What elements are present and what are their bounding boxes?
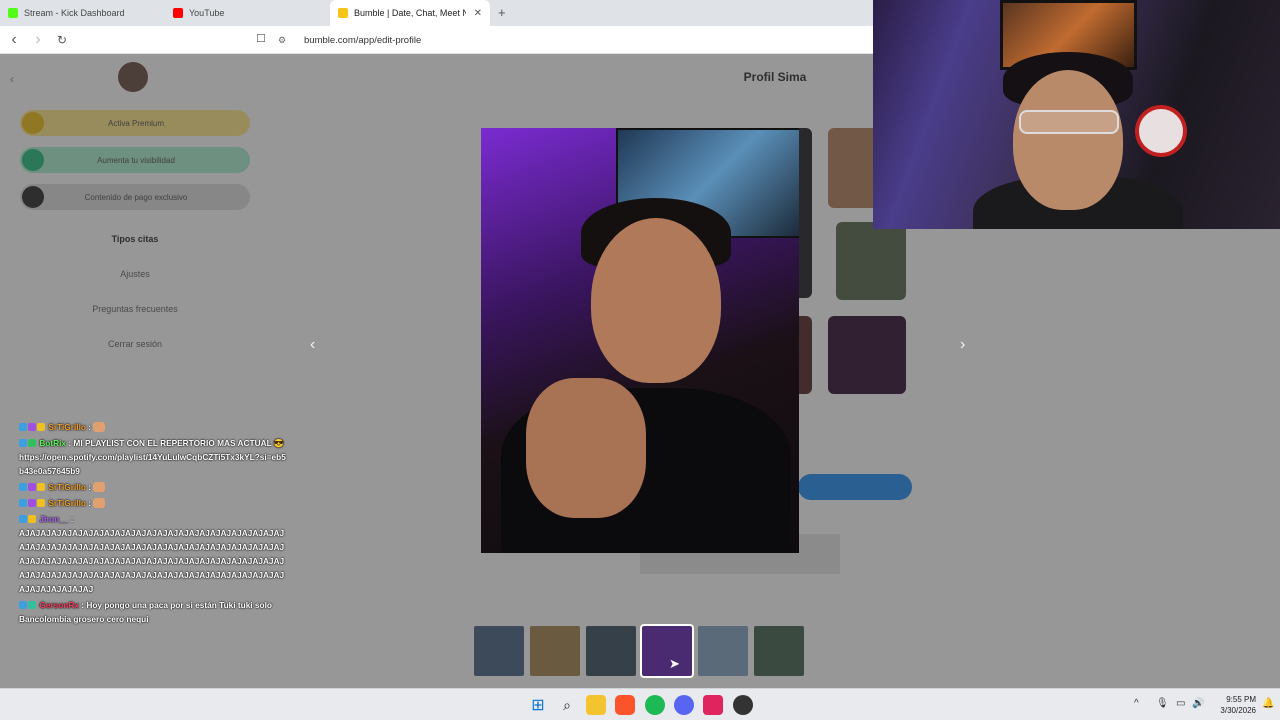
badge-icon xyxy=(28,439,36,447)
next-photo-button[interactable]: › xyxy=(960,336,965,354)
system-clock[interactable]: 9:55 PM 3/30/2026 xyxy=(1206,694,1256,716)
mouse-cursor-icon: ➤ xyxy=(669,656,680,671)
tab-kick-dashboard[interactable]: Stream - Kick Dashboard xyxy=(0,0,165,26)
photo-thumbnail[interactable] xyxy=(586,626,636,676)
badge-icon xyxy=(28,515,36,523)
badge-icon xyxy=(37,423,45,431)
photo-thumbs-up xyxy=(526,378,646,518)
taskbar: ⊞ ⌕ ^ 🎙 ▭ 🔊 9:55 PM 3/30/2026 🔔 xyxy=(0,688,1280,720)
photo-thumbnail[interactable] xyxy=(474,626,524,676)
chat-username: SrTiGrillo xyxy=(48,422,86,432)
badge-icon xyxy=(19,499,27,507)
emote-icon xyxy=(93,498,106,508)
photo-thumbnail[interactable] xyxy=(698,626,748,676)
badge-icon xyxy=(19,601,27,609)
search-icon[interactable]: ⌕ xyxy=(557,695,577,715)
chat-username: SrTiGrillo xyxy=(48,482,86,492)
badge-icon xyxy=(37,499,45,507)
badge-icon xyxy=(19,439,27,447)
tiktok-icon[interactable] xyxy=(703,695,723,715)
windows-start-icon[interactable]: ⊞ xyxy=(528,695,548,715)
browser-tab-strip: Stream - Kick Dashboard YouTube Bumble |… xyxy=(0,0,873,26)
emote-icon xyxy=(93,482,106,492)
chat-text: AJAJAJAJAJAJAJAJAJAJAJAJAJAJAJAJAJAJAJAJ… xyxy=(19,528,285,594)
chat-message: GersonRx : Hoy pongo una paca por si est… xyxy=(19,600,272,624)
chat-username: GersonRx xyxy=(39,600,79,610)
badge-icon xyxy=(19,423,27,431)
badge-icon xyxy=(28,483,36,491)
photo-thumbnail[interactable] xyxy=(754,626,804,676)
badge-icon xyxy=(28,601,36,609)
webcam-sign xyxy=(1135,105,1187,157)
youtube-icon xyxy=(173,8,183,18)
chat-username: BotRix xyxy=(39,438,67,448)
back-button[interactable]: ‹ xyxy=(4,31,24,49)
brave-browser-icon[interactable] xyxy=(615,695,635,715)
photo-face xyxy=(591,218,721,383)
site-info-icon[interactable]: ⚙ xyxy=(278,35,292,46)
emote-icon xyxy=(93,422,106,432)
chat-message: Jhon__ : AJAJAJAJAJAJAJAJAJAJAJAJAJAJAJA… xyxy=(19,512,289,596)
url-field[interactable]: ⚙ bumble.com/app/edit-profile xyxy=(278,30,873,50)
network-icon[interactable]: ▭ xyxy=(1176,698,1185,709)
badge-icon xyxy=(19,483,27,491)
notifications-icon[interactable]: 🔔 xyxy=(1262,698,1274,709)
chat-username: Jhon__ xyxy=(39,514,69,524)
tab-title: Stream - Kick Dashboard xyxy=(24,8,125,18)
close-tab-icon[interactable]: ✕ xyxy=(474,8,482,19)
obs-icon[interactable] xyxy=(733,695,753,715)
forward-button[interactable]: › xyxy=(28,31,48,49)
stream-chat-overlay: SrTiGrillo : BotRix : MI PLAYLIST CON EL… xyxy=(19,420,289,626)
chat-message: BotRix : MI PLAYLIST CON EL REPERTORIO M… xyxy=(19,438,286,476)
webcam-overlay xyxy=(873,0,1280,229)
chat-message: SrTiGrillo : xyxy=(19,420,289,434)
badge-icon xyxy=(37,483,45,491)
clock-time: 9:55 PM xyxy=(1226,695,1256,704)
address-bar-row: ‹ › ↻ ☐ ⚙ bumble.com/app/edit-profile xyxy=(0,26,873,54)
spotify-icon[interactable] xyxy=(645,695,665,715)
tab-title: YouTube xyxy=(189,8,225,18)
photo-thumbnail-selected[interactable] xyxy=(640,624,694,678)
tab-youtube[interactable]: YouTube xyxy=(165,0,330,26)
webcam-glasses xyxy=(1019,110,1119,134)
tab-bumble[interactable]: Bumble | Date, Chat, Meet New F ✕ xyxy=(330,0,490,26)
chat-message: SrTiGrillo : xyxy=(19,480,289,494)
badge-icon xyxy=(28,423,36,431)
tab-title: Bumble | Date, Chat, Meet New F xyxy=(354,8,466,18)
discord-icon[interactable] xyxy=(674,695,694,715)
bookmark-icon[interactable]: ☐ xyxy=(256,32,266,45)
url-text: bumble.com/app/edit-profile xyxy=(304,34,422,46)
enlarged-photo xyxy=(481,128,799,553)
volume-icon[interactable]: 🔊 xyxy=(1192,698,1204,709)
photo-thumbnail[interactable] xyxy=(530,626,580,676)
reload-button[interactable]: ↻ xyxy=(52,33,72,47)
webcam-face xyxy=(1013,70,1123,210)
clock-date: 3/30/2026 xyxy=(1220,706,1256,715)
prev-photo-button[interactable]: ‹ xyxy=(310,336,315,354)
kick-icon xyxy=(8,8,18,18)
microphone-icon[interactable]: 🎙 xyxy=(1156,698,1169,709)
tray-chevron-icon[interactable]: ^ xyxy=(1134,698,1139,709)
badge-icon xyxy=(28,499,36,507)
bumble-icon xyxy=(338,8,348,18)
new-tab-button[interactable]: + xyxy=(498,0,506,26)
badge-icon xyxy=(19,515,27,523)
chat-username: SrTiGrillo xyxy=(48,498,86,508)
chat-message: SrTiGrillo : xyxy=(19,496,289,510)
file-explorer-icon[interactable] xyxy=(586,695,606,715)
photo-thumbnail-strip xyxy=(474,624,804,678)
